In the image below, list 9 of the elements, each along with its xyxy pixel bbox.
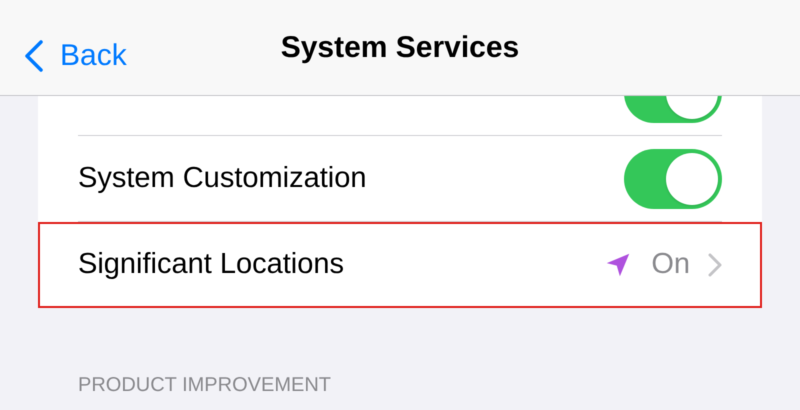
highlighted-row[interactable]: Significant Locations On [38,222,762,308]
section-header: PRODUCT IMPROVEMENT [78,373,332,398]
row-label: Significant Locations [78,248,344,280]
row-value: On [651,247,690,282]
row-label: System Customization [78,162,366,194]
window-title: System Services [280,30,520,66]
chevron-right-icon [708,253,722,277]
back-button[interactable]: Back [24,33,127,78]
chevron-left-icon [24,40,44,72]
